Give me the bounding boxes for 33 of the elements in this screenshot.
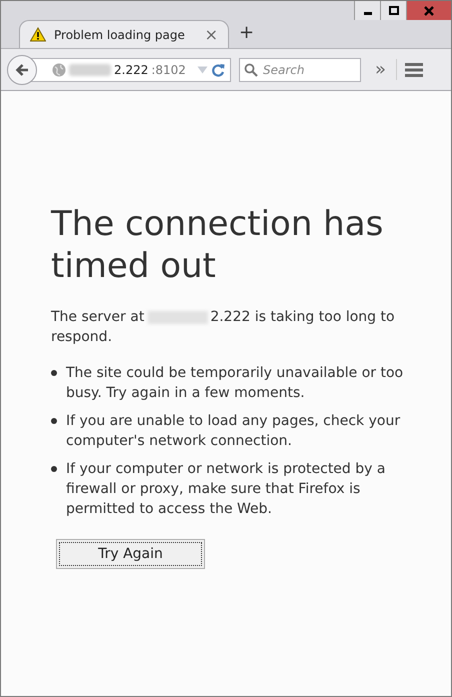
menu-button[interactable] [405,62,424,77]
bullet-text: The site could be temporarily unavailable or too busy. Try again in a few moments. [66,364,404,403]
redaction-blur [69,64,111,76]
bullet-text: If you are unable to load any pages, check your computer's network connection. [66,412,402,451]
tab-title: Problem loading page [54,28,186,42]
bullet-text: If your computer or network is protected by a firewall or proxy, make sure that Firefox is permitted to access the Web. [66,460,386,519]
bullet-icon [51,370,57,376]
url-port: :8102 [151,62,186,76]
try-again-button[interactable]: Try Again [56,539,205,569]
search-field[interactable]: Search [239,58,361,82]
error-title: The connection has timed out [51,203,384,287]
maximize-button[interactable] [381,1,407,20]
browser-tab[interactable]: Problem loading page × [19,20,229,48]
bullet-icon [51,466,57,472]
back-arrow-icon [15,62,29,76]
back-button[interactable] [7,54,37,84]
close-icon [424,6,434,16]
warning-icon [30,27,46,42]
close-button[interactable] [407,1,451,20]
reload-icon[interactable] [211,62,225,76]
bullet-icon [51,418,57,424]
maximize-icon [388,6,398,16]
minimize-icon [364,12,372,15]
minimize-button[interactable] [355,1,381,20]
address-bar[interactable]: 2.222 :8102 [31,58,231,82]
menu-icon [405,62,424,77]
server-text: The server at 2.222 is taking too long to respond. [51,308,396,347]
globe-icon [52,62,66,76]
overflow-button[interactable]: » [375,59,398,80]
url-host: 2.222 [114,62,148,76]
tab-close-button[interactable]: × [204,25,218,44]
new-tab-button[interactable]: + [239,22,254,45]
search-icon [244,62,258,76]
